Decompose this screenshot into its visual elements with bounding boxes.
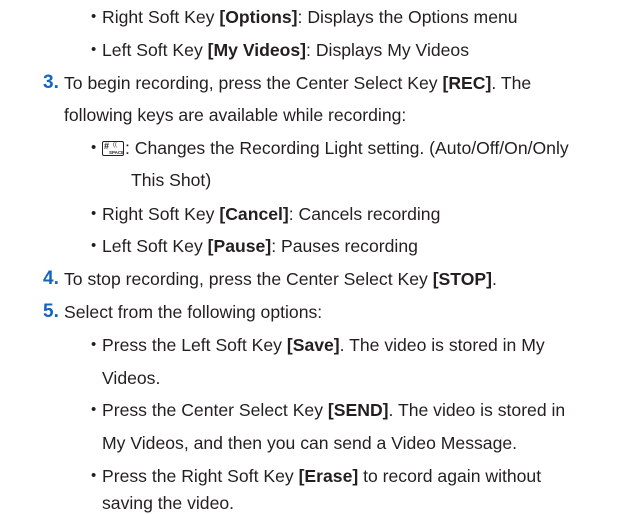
- list-item-option-send: Press the Center Select Key [SEND]. The …: [102, 399, 565, 421]
- key-label: [Erase]: [298, 466, 359, 486]
- bullet-dot: •: [91, 205, 97, 222]
- item-text-after: : Pauses recording: [271, 236, 418, 256]
- item-text-after: : Displays My Videos: [306, 40, 470, 60]
- item-text-before: Left Soft Key: [102, 40, 208, 60]
- key-label: [REC]: [442, 73, 492, 93]
- bullet-dot: •: [91, 401, 97, 418]
- item-text-after: . The video is stored in: [388, 400, 566, 420]
- item-text-before: Left Soft Key: [102, 236, 208, 256]
- bullet-dot: •: [91, 139, 97, 156]
- item-text-after: . The video is stored in My: [339, 335, 545, 355]
- list-item-right-cancel: Right Soft Key [Cancel]: Cancels recordi…: [102, 203, 440, 225]
- item-text-before: To begin recording, press the Center Sel…: [64, 73, 443, 93]
- list-item-left-pause: Left Soft Key [Pause]: Pauses recording: [102, 235, 418, 257]
- step-3-text: To begin recording, press the Center Sel…: [64, 72, 531, 94]
- item-text-after: : Displays the Options menu: [297, 7, 518, 27]
- key-label: [My Videos]: [207, 40, 307, 60]
- bullet-dot: •: [91, 237, 97, 254]
- item-text-after: : Cancels recording: [288, 204, 441, 224]
- recording-light-continued: This Shot): [131, 170, 212, 190]
- option-save-continued: Videos.: [102, 368, 161, 388]
- list-item-recording-light: #((SPACE: Changes the Recording Light se…: [102, 137, 569, 159]
- bullet-dot: •: [91, 467, 97, 484]
- item-text-before: Press the Right Soft Key: [102, 466, 299, 486]
- step-number-4: 4.: [43, 268, 59, 289]
- list-item-option-save: Press the Left Soft Key [Save]. The vide…: [102, 334, 545, 356]
- step-4-text: To stop recording, press the Center Sele…: [64, 268, 497, 290]
- item-text-before: To stop recording, press the Center Sele…: [64, 269, 433, 289]
- bullet-dot: •: [91, 8, 97, 25]
- space-key-icon: #((SPACE: [102, 141, 125, 156]
- item-text-after: to record again without: [358, 466, 542, 486]
- option-erase-continued: saving the video.: [102, 493, 235, 513]
- item-text-before: Press the Left Soft Key: [102, 335, 287, 355]
- step-number-3: 3.: [43, 72, 59, 93]
- item-text: : Changes the Recording Light setting. (…: [125, 138, 569, 158]
- key-label: [SEND]: [327, 400, 389, 420]
- item-text-before: Right Soft Key: [102, 204, 220, 224]
- key-label: [Options]: [219, 7, 298, 27]
- bullet-dot: •: [91, 336, 97, 353]
- item-text-after: .: [492, 269, 497, 289]
- item-text-before: Right Soft Key: [102, 7, 220, 27]
- key-label: [Cancel]: [219, 204, 289, 224]
- option-send-continued: My Videos, and then you can send a Video…: [102, 433, 518, 453]
- step-3-text-continued: following keys are available while recor…: [64, 105, 407, 125]
- list-item-right-options: Right Soft Key [Options]: Displays the O…: [102, 6, 518, 28]
- list-item-option-erase: Press the Right Soft Key [Erase] to reco…: [102, 465, 541, 487]
- step-5-text: Select from the following options:: [64, 302, 323, 322]
- key-label: [STOP]: [432, 269, 492, 289]
- key-label: [Pause]: [207, 236, 272, 256]
- item-text-after: . The: [491, 73, 532, 93]
- bullet-dot: •: [91, 41, 97, 58]
- list-item-left-myvideos: Left Soft Key [My Videos]: Displays My V…: [102, 39, 469, 61]
- item-text-before: Press the Center Select Key: [102, 400, 328, 420]
- step-number-5: 5.: [43, 301, 59, 322]
- key-label: [Save]: [286, 335, 340, 355]
